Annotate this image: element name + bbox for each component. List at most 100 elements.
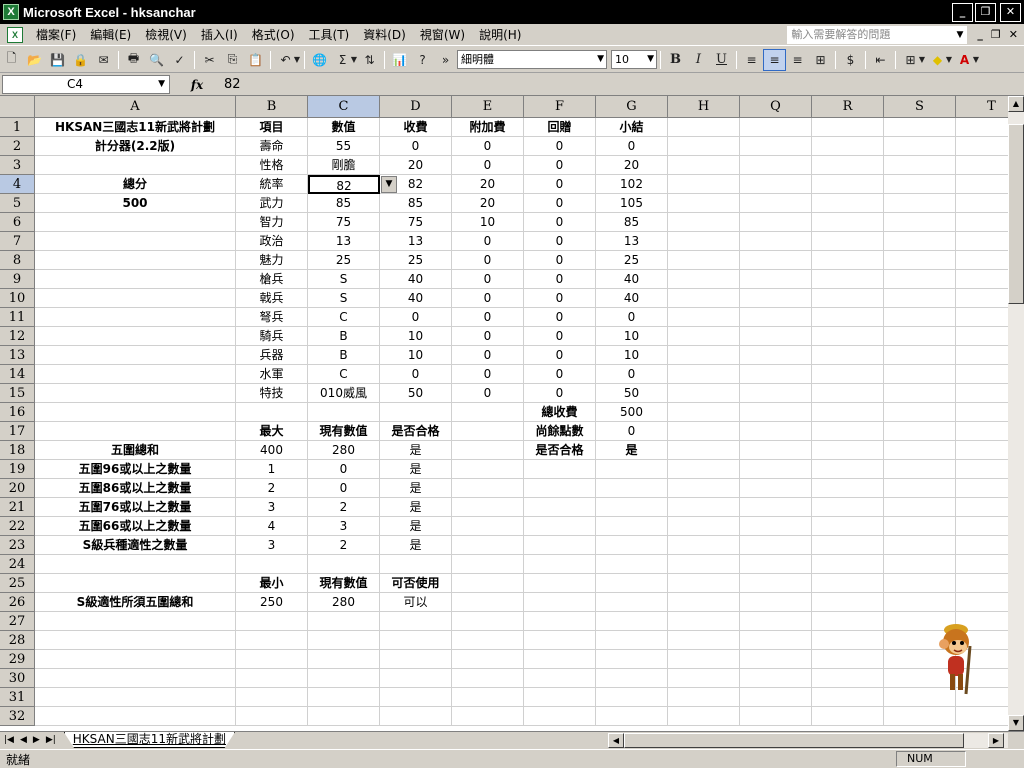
cell-q32[interactable]	[740, 707, 812, 726]
cell-a8[interactable]	[35, 251, 236, 270]
row-header-19[interactable]: 19	[0, 460, 35, 479]
cell-h7[interactable]	[668, 232, 740, 251]
cell-q6[interactable]	[740, 213, 812, 232]
cell-e2[interactable]: 0	[452, 137, 524, 156]
row-header-14[interactable]: 14	[0, 365, 35, 384]
cell-g6[interactable]: 85	[596, 213, 668, 232]
cell-d3[interactable]: 20	[380, 156, 452, 175]
vertical-scrollbar[interactable]: ▲ ▼	[1008, 96, 1024, 731]
cell-t11[interactable]	[956, 308, 1008, 327]
cell-a17[interactable]	[35, 422, 236, 441]
cell-dropdown-icon[interactable]: ▼	[381, 176, 397, 193]
cell-t25[interactable]	[956, 574, 1008, 593]
cell-h2[interactable]	[668, 137, 740, 156]
help-search-input[interactable]: 輸入需要解答的問題 ▼	[787, 25, 968, 44]
cell-r21[interactable]	[812, 498, 884, 517]
cell-d14[interactable]: 0	[380, 365, 452, 384]
cell-b14[interactable]: 水軍	[236, 365, 308, 384]
cell-b28[interactable]	[236, 631, 308, 650]
cell-d32[interactable]	[380, 707, 452, 726]
scroll-down-icon[interactable]: ▼	[1008, 715, 1024, 731]
excel-app-icon[interactable]: X	[3, 4, 19, 20]
row-header-12[interactable]: 12	[0, 327, 35, 346]
cell-a25[interactable]	[35, 574, 236, 593]
row-header-28[interactable]: 28	[0, 631, 35, 650]
cell-d12[interactable]: 10	[380, 327, 452, 346]
cell-t21[interactable]	[956, 498, 1008, 517]
cell-q31[interactable]	[740, 688, 812, 707]
cell-a2[interactable]: 計分器(2.2版)	[35, 137, 236, 156]
cell-c1[interactable]: 數值	[308, 118, 380, 137]
cell-h28[interactable]	[668, 631, 740, 650]
cell-d28[interactable]	[380, 631, 452, 650]
cell-g25[interactable]	[596, 574, 668, 593]
cell-g29[interactable]	[596, 650, 668, 669]
cell-s5[interactable]	[884, 194, 956, 213]
cell-c3[interactable]: 剛膽	[308, 156, 380, 175]
cell-g24[interactable]	[596, 555, 668, 574]
cell-t9[interactable]	[956, 270, 1008, 289]
cell-r5[interactable]	[812, 194, 884, 213]
cell-e11[interactable]: 0	[452, 308, 524, 327]
column-header-b[interactable]: B	[236, 96, 308, 118]
cell-h18[interactable]	[668, 441, 740, 460]
cell-d31[interactable]	[380, 688, 452, 707]
cell-c18[interactable]: 280	[308, 441, 380, 460]
cell-f6[interactable]: 0	[524, 213, 596, 232]
cell-r26[interactable]	[812, 593, 884, 612]
cell-c2[interactable]: 55	[308, 137, 380, 156]
row-header-20[interactable]: 20	[0, 479, 35, 498]
doc-restore-button[interactable]: ❐	[991, 28, 1001, 41]
cell-t20[interactable]	[956, 479, 1008, 498]
cell-h11[interactable]	[668, 308, 740, 327]
row-header-31[interactable]: 31	[0, 688, 35, 707]
cell-r17[interactable]	[812, 422, 884, 441]
row-header-3[interactable]: 3	[0, 156, 35, 175]
cell-h9[interactable]	[668, 270, 740, 289]
row-header-29[interactable]: 29	[0, 650, 35, 669]
cell-f14[interactable]: 0	[524, 365, 596, 384]
cell-r3[interactable]	[812, 156, 884, 175]
cell-a22[interactable]: 五圍66或以上之數量	[35, 517, 236, 536]
cell-f29[interactable]	[524, 650, 596, 669]
cell-e7[interactable]: 0	[452, 232, 524, 251]
row-header-26[interactable]: 26	[0, 593, 35, 612]
cell-g31[interactable]	[596, 688, 668, 707]
cell-q2[interactable]	[740, 137, 812, 156]
cell-d20[interactable]: 是	[380, 479, 452, 498]
scroll-left-icon[interactable]: ◀	[608, 733, 624, 748]
underline-icon[interactable]: U	[710, 49, 733, 71]
cell-a13[interactable]	[35, 346, 236, 365]
cell-c13[interactable]: B	[308, 346, 380, 365]
cell-b17[interactable]: 最大	[236, 422, 308, 441]
cell-e24[interactable]	[452, 555, 524, 574]
cell-h29[interactable]	[668, 650, 740, 669]
cell-e9[interactable]: 0	[452, 270, 524, 289]
cell-c4[interactable]: 82	[308, 175, 380, 194]
cell-e6[interactable]: 10	[452, 213, 524, 232]
cell-g21[interactable]	[596, 498, 668, 517]
cell-e1[interactable]: 附加費	[452, 118, 524, 137]
worksheet-grid[interactable]: A B C D E F G H Q R S T 1 HKSAN三國志11新武將計劃 項目 數值 收費 附加費 回贈小…	[0, 96, 1008, 731]
cell-b22[interactable]: 4	[236, 517, 308, 536]
cut-icon[interactable]: ✂	[198, 49, 221, 71]
cell-f7[interactable]: 0	[524, 232, 596, 251]
cell-h25[interactable]	[668, 574, 740, 593]
row-header-2[interactable]: 2	[0, 137, 35, 156]
cell-g12[interactable]: 10	[596, 327, 668, 346]
cell-r16[interactable]	[812, 403, 884, 422]
cell-c20[interactable]: 0	[308, 479, 380, 498]
cell-s7[interactable]	[884, 232, 956, 251]
cell-d10[interactable]: 40	[380, 289, 452, 308]
cell-d6[interactable]: 75	[380, 213, 452, 232]
decrease-indent-icon[interactable]: ⇤	[869, 49, 892, 71]
cell-e26[interactable]	[452, 593, 524, 612]
cell-h15[interactable]	[668, 384, 740, 403]
cell-r2[interactable]	[812, 137, 884, 156]
cell-h31[interactable]	[668, 688, 740, 707]
cell-g30[interactable]	[596, 669, 668, 688]
font-color-dropdown-icon[interactable]: ▼	[972, 49, 980, 71]
row-header-7[interactable]: 7	[0, 232, 35, 251]
cell-b13[interactable]: 兵器	[236, 346, 308, 365]
cell-f12[interactable]: 0	[524, 327, 596, 346]
